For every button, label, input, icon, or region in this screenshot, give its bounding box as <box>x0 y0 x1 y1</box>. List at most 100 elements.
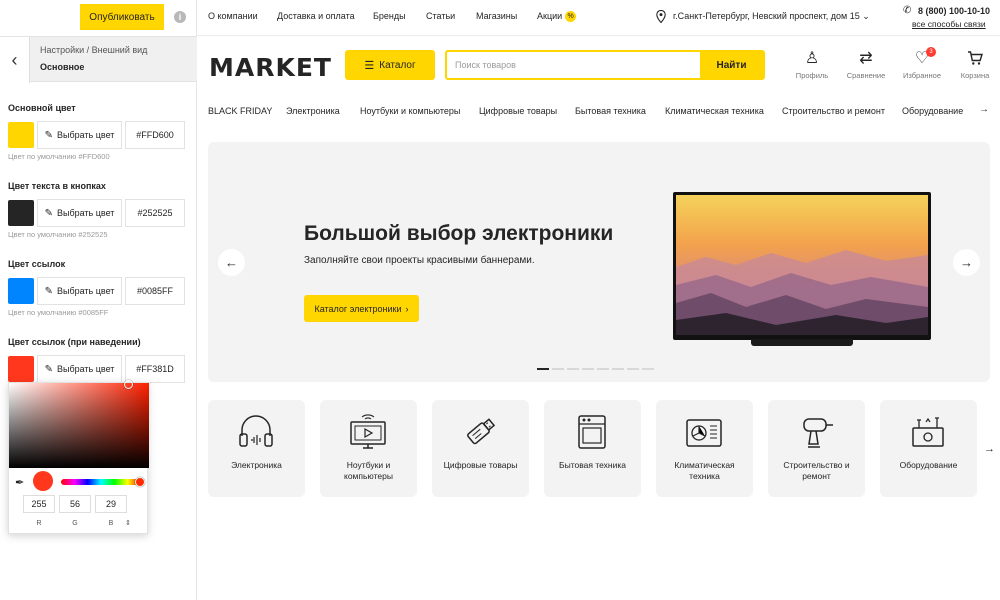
hero-banner: ← → Большой выбор электроники Заполняйте… <box>208 142 990 382</box>
favorites-link[interactable]: ♡ 3 Избранное <box>897 47 947 80</box>
catnav-item-black-friday[interactable]: BLACK FRIDAY <box>208 106 272 116</box>
color-label: Основной цвет <box>8 103 76 113</box>
info-icon[interactable]: i <box>174 11 186 23</box>
pick-color-label: Выбрать цвет <box>56 286 115 296</box>
color-preview <box>33 471 53 491</box>
slider-dot[interactable] <box>627 368 639 370</box>
site-logo[interactable]: MARKET <box>209 53 332 82</box>
pick-color-button[interactable]: ✎ Выбрать цвет <box>37 355 122 383</box>
category-label: Ноутбуки и компьютеры <box>344 460 393 481</box>
slider-dot[interactable] <box>612 368 624 370</box>
color-swatch[interactable] <box>8 356 34 382</box>
panel-nav: ‹ Настройки / Внешний вид Основное <box>0 36 197 83</box>
toplink-articles[interactable]: Статьи <box>426 11 455 21</box>
saturation-handle[interactable] <box>124 380 133 389</box>
tv-image <box>673 192 931 340</box>
color-swatch[interactable] <box>8 122 34 148</box>
catnav-item-electronics[interactable]: Электроника <box>286 106 340 116</box>
category-card-digital[interactable]: Цифровые товары <box>432 400 529 497</box>
catnav-item-equipment[interactable]: Оборудование <box>902 106 963 116</box>
phone-number[interactable]: 8 (800) 100-10-10 <box>918 6 990 16</box>
slider-dot[interactable] <box>567 368 579 370</box>
hex-input[interactable]: #FFD600 <box>125 121 185 149</box>
hue-slider[interactable] <box>61 479 141 485</box>
all-contacts-link[interactable]: все способы связи <box>912 19 986 29</box>
phone-icon: ✆ <box>903 5 912 16</box>
promo-label: Акции <box>537 11 563 21</box>
pick-color-button[interactable]: ✎ Выбрать цвет <box>37 277 122 305</box>
color-swatch[interactable] <box>8 200 34 226</box>
profile-icon: ♙ <box>804 50 820 67</box>
catnav-next-arrow-icon[interactable]: → <box>979 104 989 115</box>
color-swatch[interactable] <box>8 278 34 304</box>
location-text: г.Санкт-Петербург, Невский проспект, дом… <box>673 11 860 21</box>
banner-cta-button[interactable]: Каталог электроники › <box>304 295 419 322</box>
blue-input[interactable]: 29 <box>95 495 127 513</box>
toplink-promo[interactable]: Акции% <box>537 11 577 23</box>
toplink-delivery[interactable]: Доставка и оплата <box>277 11 355 21</box>
arrow-right-icon: → <box>960 255 973 270</box>
slider-dot[interactable] <box>537 368 549 370</box>
blue-label: B <box>108 520 114 527</box>
catnav-item-appliances[interactable]: Бытовая техника <box>575 106 646 116</box>
red-input[interactable]: 255 <box>23 495 55 513</box>
back-button[interactable]: ‹ <box>0 37 30 83</box>
color-label: Цвет ссылок <box>8 259 66 269</box>
banner-prev-button[interactable]: ← <box>218 249 245 276</box>
category-label: Электроника <box>231 460 282 470</box>
slider-dots <box>537 368 654 370</box>
catnav-item-climate[interactable]: Климатическая техника <box>665 106 764 116</box>
eyedropper-icon[interactable]: ✒ <box>15 476 24 489</box>
hex-input[interactable]: #252525 <box>125 199 185 227</box>
banner-next-button[interactable]: → <box>953 249 980 276</box>
category-card-climate[interactable]: Климатическая техника <box>656 400 753 497</box>
pick-color-button[interactable]: ✎ Выбрать цвет <box>37 199 122 227</box>
slider-dot[interactable] <box>597 368 609 370</box>
color-group-primary: Основной цвет ✎ Выбрать цвет #FFD600 Цвет… <box>8 103 193 161</box>
category-card-appliances[interactable]: Бытовая техника <box>544 400 641 497</box>
category-card-electronics[interactable]: Электроника <box>208 400 305 497</box>
hex-input[interactable]: #0085FF <box>125 277 185 305</box>
catnav-item-laptops[interactable]: Ноутбуки и компьютеры <box>360 106 460 116</box>
mode-toggle-icon[interactable]: ⇕ <box>125 519 131 527</box>
red-label: R <box>36 520 42 527</box>
slider-dot[interactable] <box>582 368 594 370</box>
toplink-brands[interactable]: Бренды <box>373 11 406 21</box>
toplink-about[interactable]: О компании <box>208 11 258 21</box>
eyedropper-icon: ✎ <box>44 129 53 141</box>
profile-link[interactable]: ♙ Профиль <box>787 50 837 80</box>
green-label: G <box>72 520 78 527</box>
catnav-item-digital[interactable]: Цифровые товары <box>479 106 557 116</box>
eyedropper-icon: ✎ <box>44 363 53 375</box>
profile-label: Профиль <box>795 71 829 80</box>
category-card-construction[interactable]: Строительство и ремонт <box>768 400 865 497</box>
chevron-right-icon: › <box>405 303 409 314</box>
hex-input[interactable]: #FF381D <box>125 355 185 383</box>
green-input[interactable]: 56 <box>59 495 91 513</box>
location-selector[interactable]: г.Санкт-Петербург, Невский проспект, дом… <box>673 11 870 22</box>
cart-link[interactable]: Корзина <box>950 50 1000 80</box>
oven-icon <box>578 415 606 449</box>
search-input[interactable] <box>447 52 700 78</box>
panel-toolbar: Опубликовать i <box>0 0 196 36</box>
top-bar: О компании Доставка и оплата Бренды Стат… <box>197 0 1000 36</box>
category-card-laptops[interactable]: Ноутбуки и компьютеры <box>320 400 417 497</box>
favorites-label: Избранное <box>902 71 941 80</box>
pick-color-button[interactable]: ✎ Выбрать цвет <box>37 121 122 149</box>
toplink-stores[interactable]: Магазины <box>476 11 517 21</box>
catalog-button[interactable]: ☰ Каталог <box>345 50 435 80</box>
compare-link[interactable]: ⇄ Сравнение <box>841 50 891 80</box>
category-card-equipment[interactable]: Оборудование <box>880 400 977 497</box>
saturation-area[interactable] <box>9 383 149 468</box>
usb-drive-icon <box>467 418 496 445</box>
breadcrumb[interactable]: Настройки / Внешний вид <box>40 45 147 55</box>
publish-button[interactable]: Опубликовать <box>80 4 164 30</box>
search-button[interactable]: Найти <box>700 52 763 78</box>
color-group-link-hover: Цвет ссылок (при наведении) ✎ Выбрать цве… <box>8 337 193 383</box>
slider-dot[interactable] <box>642 368 654 370</box>
catnav-item-construction[interactable]: Строительство и ремонт <box>782 106 885 116</box>
hue-handle[interactable] <box>135 477 145 487</box>
categories-next-arrow-icon[interactable]: → <box>984 443 995 455</box>
slider-dot[interactable] <box>552 368 564 370</box>
drill-icon <box>803 418 833 448</box>
